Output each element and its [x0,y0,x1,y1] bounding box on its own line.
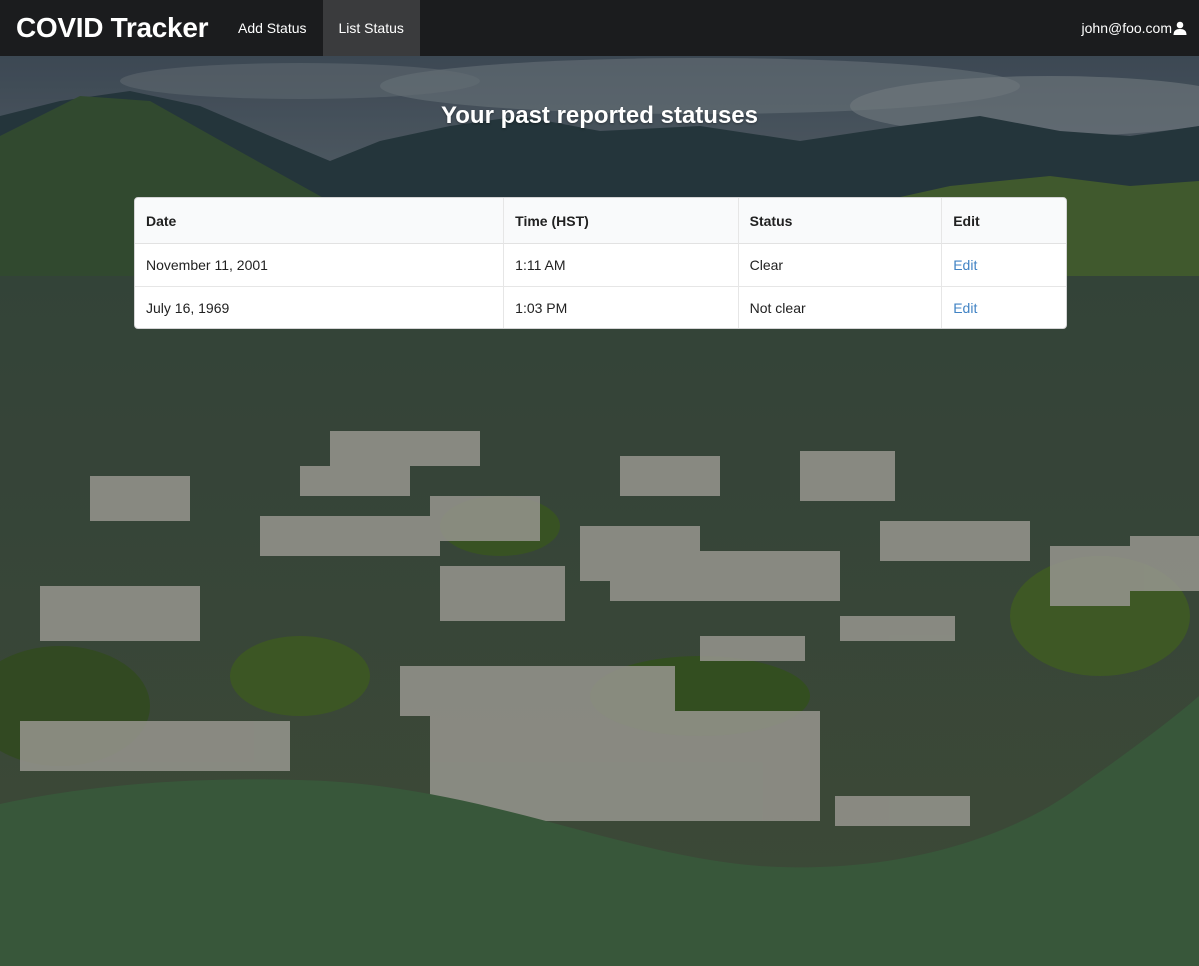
cell-time: 1:11 AM [503,244,737,286]
table-row: July 16, 1969 1:03 PM Not clear Edit [135,286,1066,328]
footer-wave [0,696,1199,966]
user-menu[interactable]: john@foo.com [1082,20,1187,36]
nav-add-status[interactable]: Add Status [222,0,323,56]
page-title: Your past reported statuses [441,102,758,129]
table-header-row: Date Time (HST) Status Edit [135,198,1066,244]
edit-link[interactable]: Edit [953,300,977,316]
cell-date: November 11, 2001 [146,257,268,273]
table-row: November 11, 2001 1:11 AM Clear Edit [135,244,1066,286]
header-time: Time (HST) [503,198,738,244]
brand-title[interactable]: COVID Tracker [0,12,222,44]
user-icon [1173,21,1187,35]
user-email: john@foo.com [1081,20,1172,36]
hero-section: Your past reported statuses Date Time (H… [0,56,1199,966]
cell-status: Not clear [737,286,942,328]
cell-edit: Edit [941,244,1066,286]
header-edit: Edit [941,198,1066,244]
header-date: Date [135,198,504,244]
cell-edit: Edit [941,286,1066,328]
cell-date: July 16, 1969 [135,286,504,328]
nav-list-status[interactable]: List Status [322,0,420,56]
edit-link[interactable]: Edit [953,257,977,273]
cell-status: Clear [737,244,942,286]
cell-time: 1:03 PM [503,286,738,328]
header-status: Status [737,198,942,244]
top-navbar: COVID Tracker Add Status List Status joh… [0,0,1199,56]
status-table: Date Time (HST) Status Edit November 11,… [134,197,1067,329]
